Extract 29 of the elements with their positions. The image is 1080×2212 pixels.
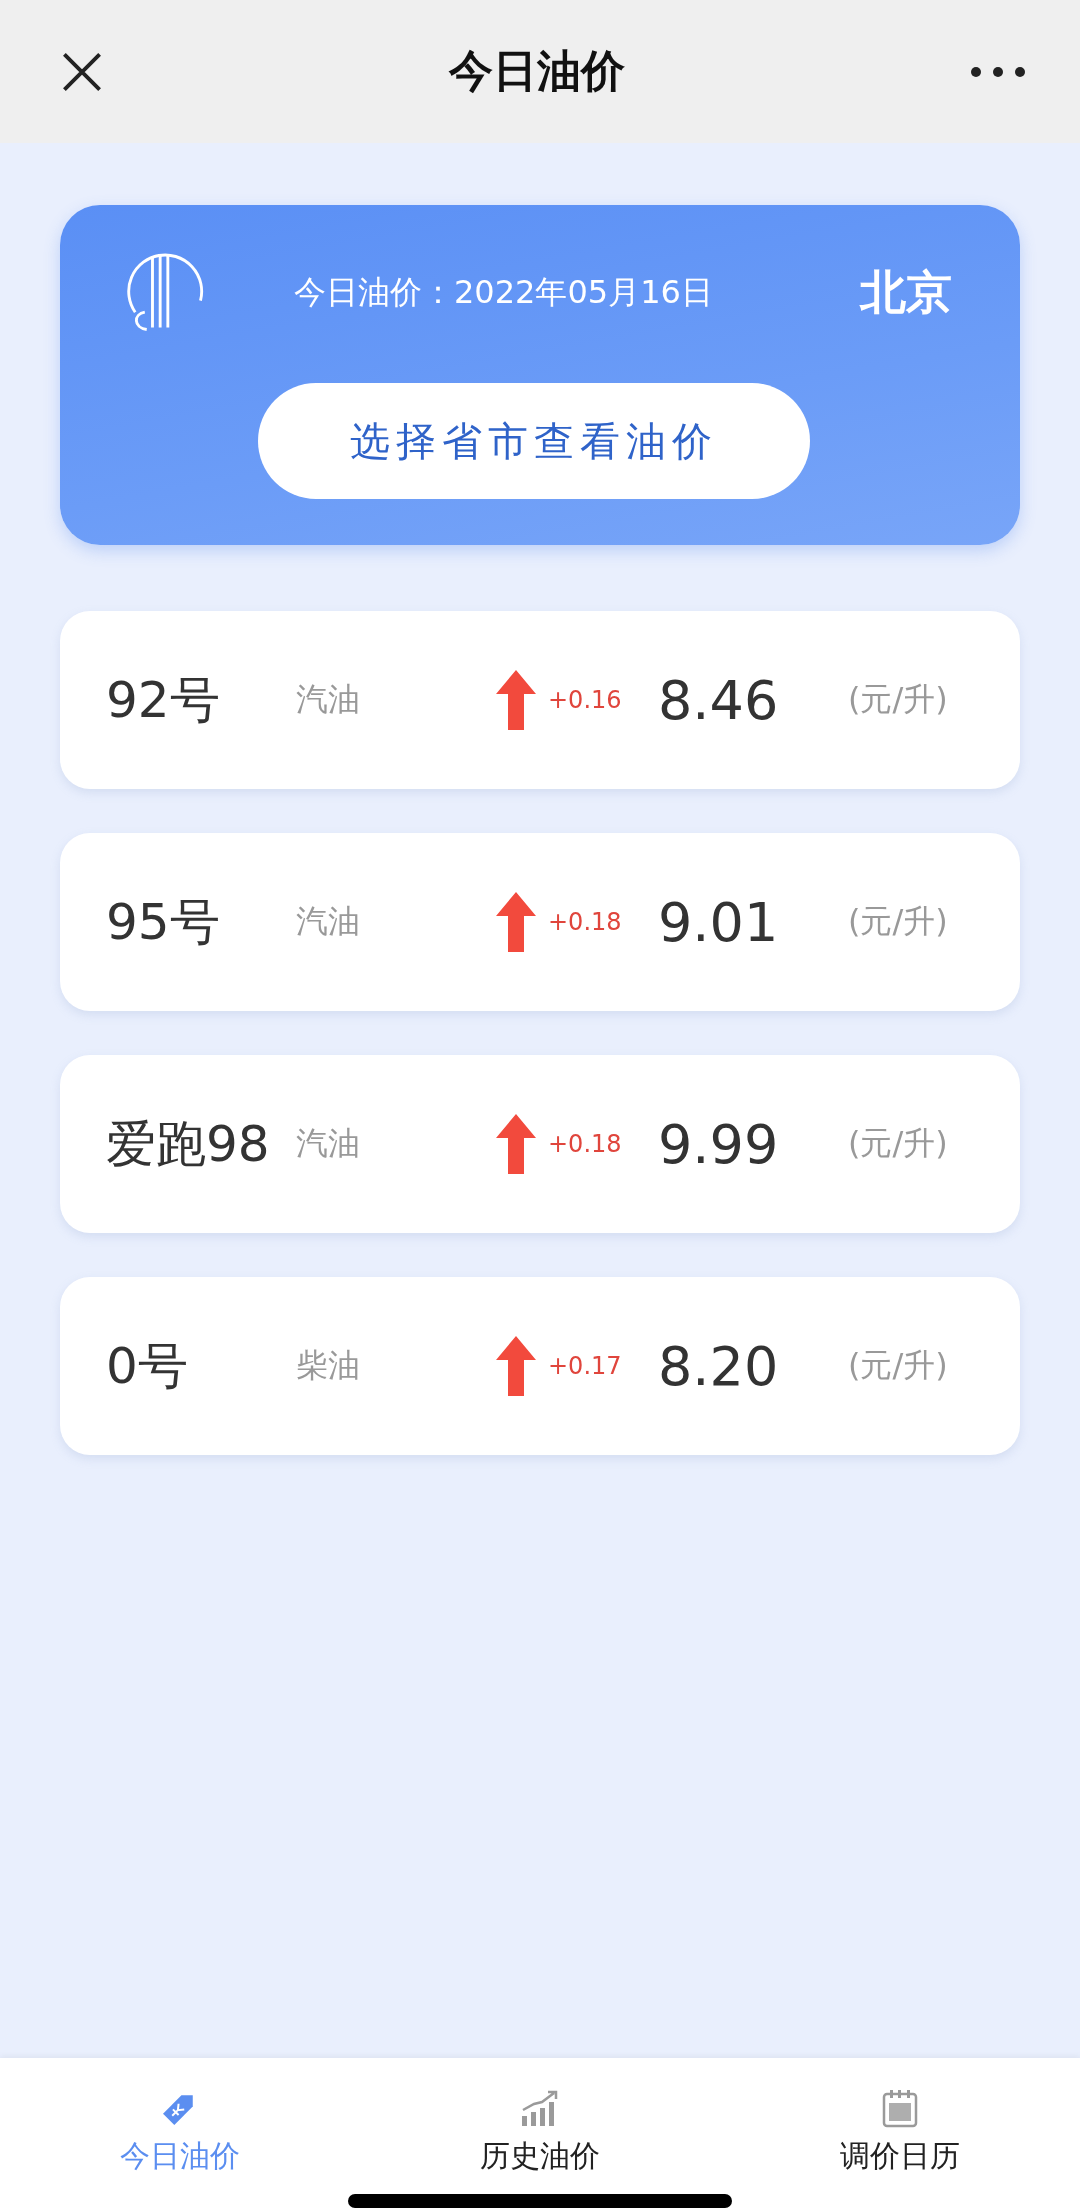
price-unit: (元/升) [848,1123,949,1164]
bar-chart-icon [520,2088,560,2128]
price-change: +0.18 [548,1130,623,1158]
city-name: 北京 [860,264,952,321]
select-city-button[interactable]: 选择省市查看油价 [258,383,810,499]
fuel-type: 汽油 [296,901,361,942]
fuel-grade: 0号 [106,1335,189,1397]
price-change: +0.18 [548,908,623,936]
price-value: 8.46 [658,668,780,732]
date-text: 今日油价：2022年05月16日 [294,272,714,313]
fuel-grade: 92号 [106,669,221,731]
fuel-grade: 爱跑98 [106,1113,271,1175]
fuel-grade: 95号 [106,891,221,953]
price-value: 9.99 [658,1112,780,1176]
page-title: 今日油价 [449,44,625,98]
fuel-type: 汽油 [296,679,361,720]
tab-item[interactable]: 调价日历 [720,2058,1080,2212]
price-change: +0.16 [548,686,623,714]
price-value: 9.01 [658,890,780,954]
calendar-icon [880,2088,920,2128]
price-unit: (元/升) [848,901,949,942]
fuel-type: 汽油 [296,1123,361,1164]
price-unit: (元/升) [848,679,949,720]
price-unit: (元/升) [848,1345,949,1386]
price-change: +0.17 [548,1352,623,1380]
fuel-type: 柴油 [296,1345,361,1386]
more-icon[interactable] [970,65,1026,78]
price-value: 8.20 [658,1334,780,1398]
tab-item[interactable]: 历史油价 [360,2058,720,2212]
